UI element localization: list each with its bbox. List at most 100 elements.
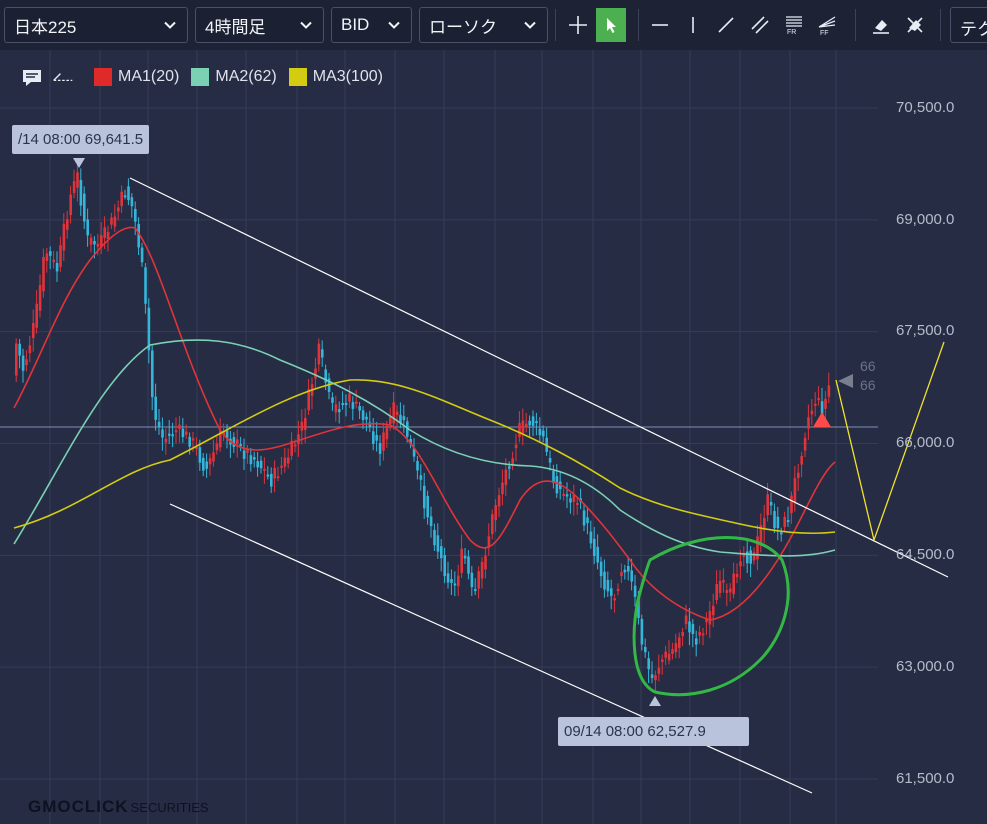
candlesticks: [15, 159, 831, 693]
candle-body: [613, 598, 616, 601]
timeframe-dropdown[interactable]: 4時間足: [195, 7, 324, 43]
ma3-label: MA3(100): [312, 68, 383, 85]
candle-body: [151, 350, 154, 398]
candle-body: [514, 444, 518, 449]
ma2-line: [13, 339, 836, 557]
candle-body: [814, 403, 817, 406]
toolbar-separator: [638, 9, 639, 41]
price-axis-label: 69,000.0: [896, 211, 955, 228]
candle-body: [28, 345, 32, 354]
candle-body: [718, 580, 722, 593]
candle-body: [361, 410, 365, 421]
candle-body: [661, 659, 664, 663]
eraser-icon: [873, 20, 889, 34]
candle-body: [168, 433, 171, 436]
trend-line-button[interactable]: [711, 8, 741, 42]
candle-body: [378, 443, 382, 454]
price-axis-label: 64,500.0: [896, 546, 955, 563]
toolbar-separator: [555, 9, 556, 41]
candle-body: [273, 467, 276, 479]
candle-body: [596, 546, 599, 563]
candle-body: [178, 424, 181, 429]
candle-body: [76, 172, 79, 188]
candle-body: [372, 431, 375, 444]
candle-body: [314, 368, 317, 379]
candle-body: [86, 219, 89, 236]
candle-body: [780, 532, 783, 535]
candle-body: [49, 251, 52, 256]
candle-body: [732, 573, 735, 595]
price-chart[interactable]: [0, 50, 987, 824]
price-type-dropdown[interactable]: BID: [331, 7, 412, 43]
toolbar: 日本225 4時間足 BID ローソク FR FF テク: [0, 0, 987, 50]
candle-body: [681, 632, 684, 637]
candle-body: [678, 637, 681, 648]
clear-drawings-button[interactable]: [900, 8, 930, 42]
candle-body: [586, 517, 589, 524]
low-price-callout: 09/14 08:00 62,527.9: [558, 717, 749, 746]
eraser-button[interactable]: [866, 8, 896, 42]
candle-body: [202, 457, 205, 471]
price-axis-label: 67,500.0: [896, 322, 955, 339]
candle-body: [416, 460, 419, 471]
chart-area[interactable]: [0, 50, 987, 824]
fibonacci-fan-button[interactable]: FF: [812, 8, 842, 42]
comment-icon[interactable]: [22, 68, 44, 86]
candle-body: [664, 651, 667, 658]
candle-body: [208, 458, 212, 465]
candle-body: [96, 243, 100, 247]
candle-body: [701, 633, 705, 636]
svg-text:FR: FR: [787, 29, 796, 36]
candle-body: [446, 573, 450, 583]
candle-body: [35, 303, 38, 328]
candle-body: [45, 253, 49, 261]
candle-body: [824, 398, 827, 409]
candle-body: [623, 569, 627, 573]
candle-body: [440, 546, 443, 559]
candle-body: [256, 461, 259, 468]
candle-body: [171, 434, 174, 437]
candle-body: [715, 584, 718, 601]
pointer-button[interactable]: [596, 8, 626, 42]
candle-body: [436, 535, 440, 552]
candle-body: [263, 468, 266, 471]
candle-body: [130, 197, 134, 207]
candle-body: [304, 418, 307, 430]
candle-body: [644, 647, 647, 653]
toolbar-separator: [940, 9, 941, 41]
candle-body: [497, 495, 501, 507]
candle-body: [331, 397, 334, 403]
candle-body: [688, 621, 691, 633]
fibonacci-retracement-button[interactable]: FR: [779, 8, 809, 42]
technical-menu-button[interactable]: テク: [950, 7, 987, 43]
candle-body: [467, 556, 470, 574]
candle-body: [698, 631, 701, 636]
candle-body: [246, 450, 249, 453]
candle-body: [576, 502, 579, 505]
candle-body: [32, 322, 35, 339]
candle-body: [358, 406, 361, 411]
chart-style-dropdown[interactable]: ローソク: [419, 7, 548, 43]
moving-averages: [13, 226, 836, 621]
candle-body: [280, 465, 283, 468]
candle-body: [188, 436, 191, 447]
candle-body: [317, 343, 321, 365]
parallel-channel-button[interactable]: [745, 8, 775, 42]
vertical-line-icon: [692, 17, 694, 33]
candle-body: [460, 548, 463, 573]
candle-body: [722, 580, 725, 583]
candle-body: [620, 572, 623, 577]
candle-body: [633, 585, 637, 597]
symbol-dropdown[interactable]: 日本225: [4, 7, 188, 43]
candle-body: [654, 675, 657, 681]
channel-upper-line: [129, 177, 949, 578]
horizontal-line-button[interactable]: [645, 8, 675, 42]
candle-body: [242, 450, 246, 459]
candle-body: [783, 516, 786, 527]
drawing-list-icon[interactable]: [52, 68, 74, 86]
candle-body: [487, 536, 491, 547]
vertical-line-button[interactable]: [678, 8, 708, 42]
crosshair-button[interactable]: [563, 8, 593, 42]
candle-body: [161, 429, 164, 438]
candle-body: [79, 179, 83, 206]
